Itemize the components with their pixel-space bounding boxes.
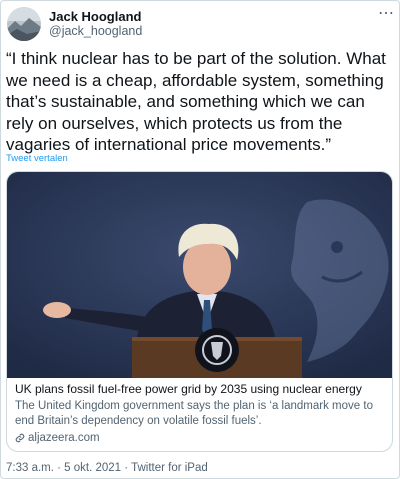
card-domain-text: aljazeera.com (28, 432, 100, 444)
avatar[interactable] (7, 7, 41, 41)
author-handle[interactable]: @jack_hoogland (49, 24, 142, 39)
card-image (7, 172, 392, 378)
link-preview-card[interactable]: UK plans fossil fuel-free power grid by … (6, 171, 393, 452)
more-options-icon[interactable]: ⋯ (378, 3, 395, 23)
card-description: The United Kingdom government says the p… (15, 400, 373, 427)
card-domain: aljazeera.com (15, 432, 384, 444)
author-display-name[interactable]: Jack Hoogland (49, 9, 142, 24)
author-names: Jack Hoogland @jack_hoogland (49, 9, 142, 39)
link-icon (15, 433, 25, 443)
card-title: UK plans fossil fuel-free power grid by … (15, 382, 362, 396)
card-body: UK plans fossil fuel-free power grid by … (7, 378, 392, 444)
translate-tweet-link[interactable]: Tweet vertalen (6, 153, 68, 164)
tweet-text: “I think nuclear has to be part of the s… (6, 49, 386, 154)
tweet-metadata[interactable]: 7:33 a.m. · 5 okt. 2021 · Twitter for iP… (6, 462, 208, 474)
tweet-card: Jack Hoogland @jack_hoogland ⋯ “I think … (0, 0, 400, 479)
tweet-header: Jack Hoogland @jack_hoogland (7, 6, 391, 42)
